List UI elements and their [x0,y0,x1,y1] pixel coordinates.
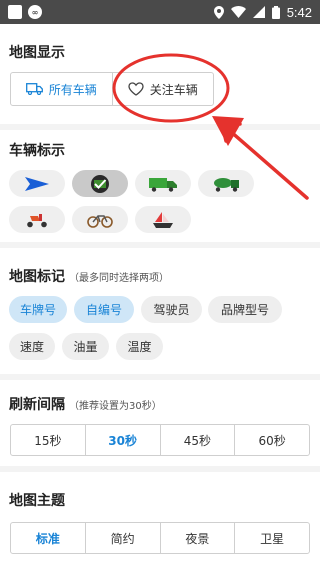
tag-driver[interactable]: 驾驶员 [141,296,202,323]
map-display-title: 地图显示 [9,45,65,61]
status-bar: ∞ 5:42 [0,0,320,24]
map-label-hint: （最多同时选择两项） [69,273,169,284]
refresh-title-text: 刷新间隔 [9,397,65,413]
section-divider [0,242,320,248]
section-divider [0,466,320,472]
bicycle-icon [87,214,113,228]
map-label-title: 地图标记 （最多同时选择两项） [9,266,169,286]
battery-icon [271,5,280,19]
refresh-45s[interactable]: 45秒 [159,425,235,455]
map-theme-selector: 标准 简约 夜景 卫星 [10,522,310,554]
tag-speed[interactable]: 速度 [9,333,55,360]
refresh-interval-selector: 15秒 30秒 45秒 60秒 [10,424,310,456]
clock-time: 5:42 [286,4,312,20]
tag-temperature[interactable]: 温度 [116,333,163,360]
vehicle-marker-boat[interactable] [135,206,191,233]
theme-night[interactable]: 夜景 [159,523,235,553]
refresh-15s[interactable]: 15秒 [11,425,85,455]
map-display-toggle: 所有车辆 关注车辆 [10,72,214,106]
vehicle-marker-mixer[interactable] [198,170,254,197]
tag-self-number[interactable]: 自编号 [74,296,134,323]
boat-icon [153,211,173,228]
location-icon [213,5,224,19]
square-icon [8,5,22,19]
arrow-icon [25,176,49,191]
vehicle-marker-truck[interactable] [135,170,191,197]
signal-icon [252,6,265,18]
all-vehicles-label: 所有车辆 [48,82,97,97]
theme-satellite[interactable]: 卫星 [234,523,309,553]
vehicle-marker-title: 车辆标示 [9,143,65,159]
theme-standard[interactable]: 标准 [11,523,85,553]
wifi-icon [230,6,246,18]
refresh-title: 刷新间隔 （推荐设置为30秒） [9,394,162,414]
theme-simple[interactable]: 简约 [84,523,160,553]
map-label-title-text: 地图标记 [9,269,65,285]
heart-icon [128,82,144,96]
check-icon [91,174,109,193]
tag-brand-model[interactable]: 品牌型号 [208,296,282,323]
vehicle-marker-bicycle[interactable] [72,206,128,233]
truck-icon [149,177,177,192]
section-divider [0,124,320,130]
refresh-30s[interactable]: 30秒 [84,425,160,455]
truck-icon [25,83,43,95]
section-divider [0,374,320,380]
all-vehicles-option[interactable]: 所有车辆 [11,73,112,105]
theme-title: 地图主题 [9,493,65,509]
cloud-icon: ∞ [28,5,42,19]
vehicle-marker-check[interactable] [72,170,128,197]
scooter-icon [27,213,47,227]
pointer-arrow-head [212,116,244,146]
followed-vehicles-option[interactable]: 关注车辆 [111,73,214,105]
tag-fuel[interactable]: 油量 [62,333,109,360]
vehicle-marker-scooter[interactable] [9,206,65,233]
refresh-hint: （推荐设置为30秒） [69,401,162,412]
mixer-truck-icon [214,177,239,192]
vehicle-marker-arrow[interactable] [9,170,65,197]
refresh-60s[interactable]: 60秒 [234,425,309,455]
followed-vehicles-label: 关注车辆 [149,82,198,97]
tag-plate-number[interactable]: 车牌号 [9,296,67,323]
